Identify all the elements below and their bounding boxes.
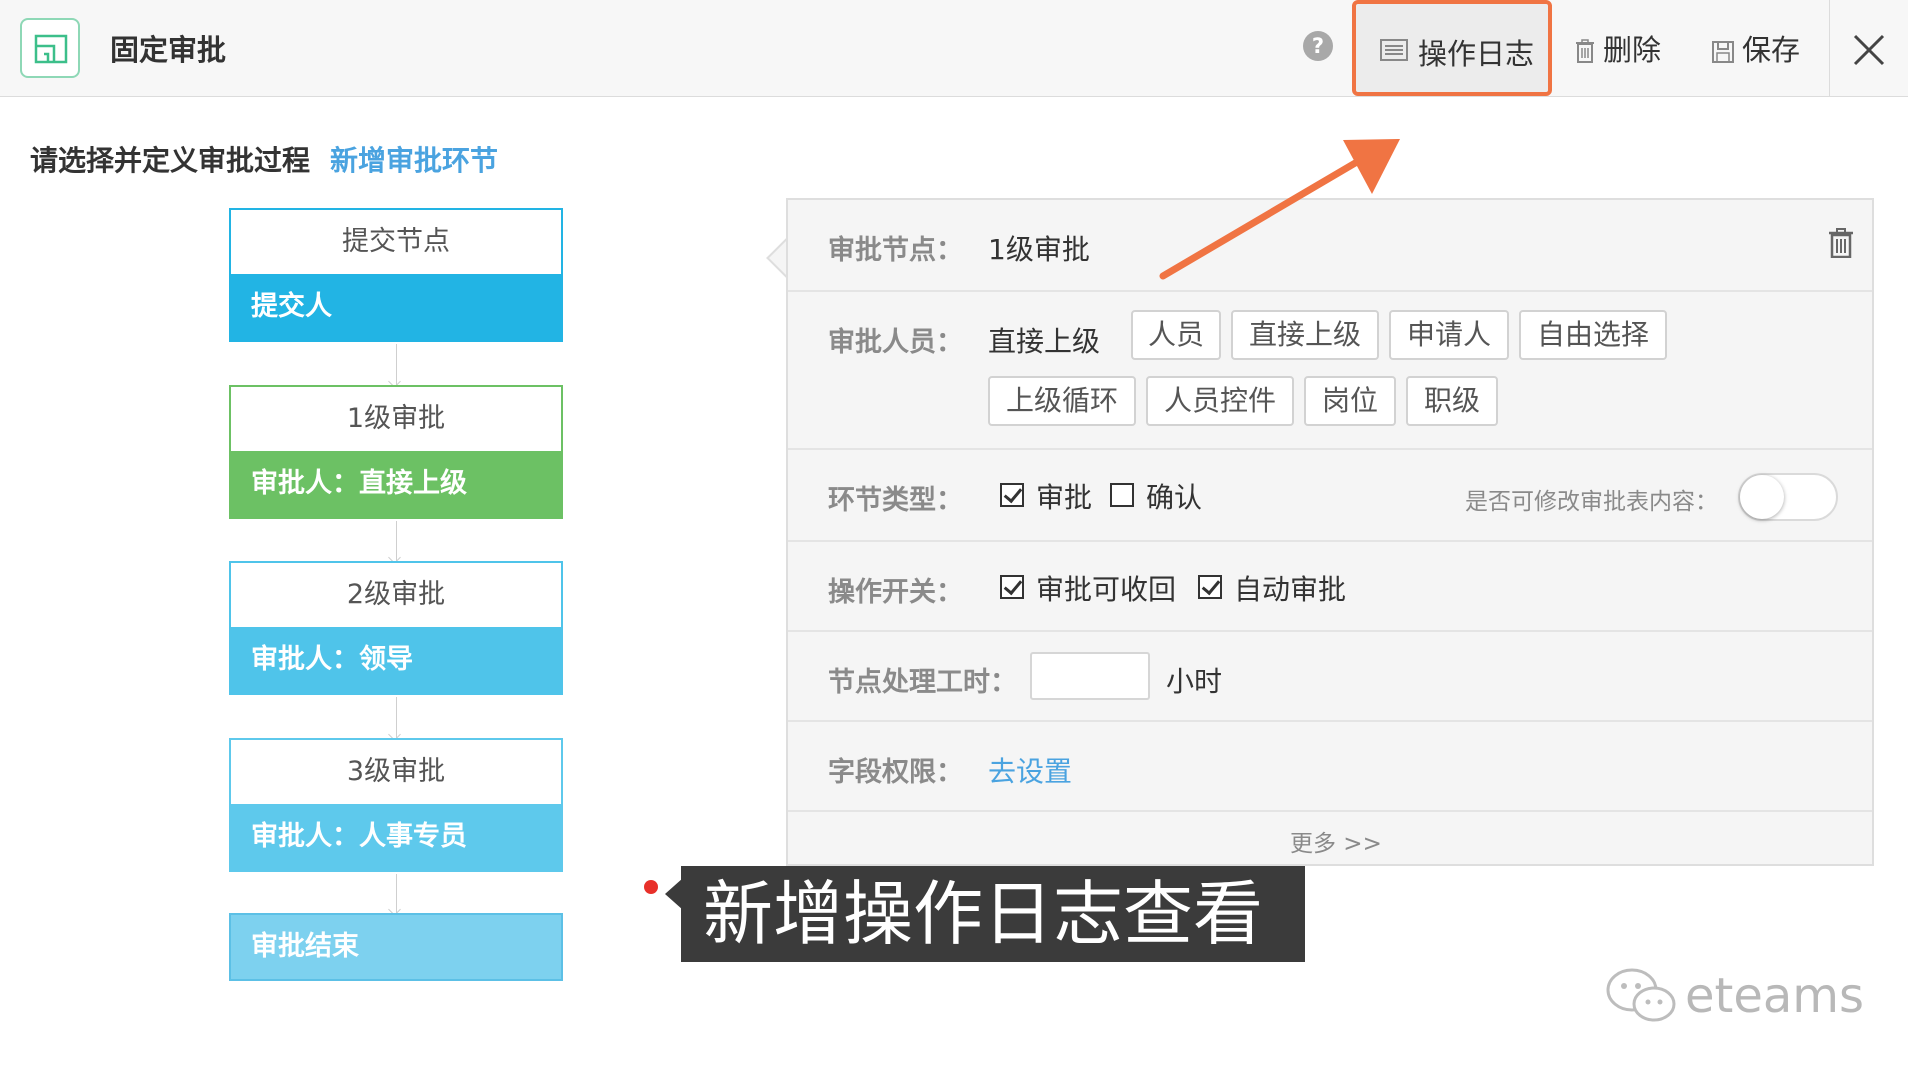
watermark-text: eteams: [1685, 968, 1865, 1024]
annotation-caption: 新增操作日志查看: [681, 866, 1305, 962]
annotation-dot: [644, 880, 658, 894]
wechat-icon: [1606, 968, 1676, 1022]
